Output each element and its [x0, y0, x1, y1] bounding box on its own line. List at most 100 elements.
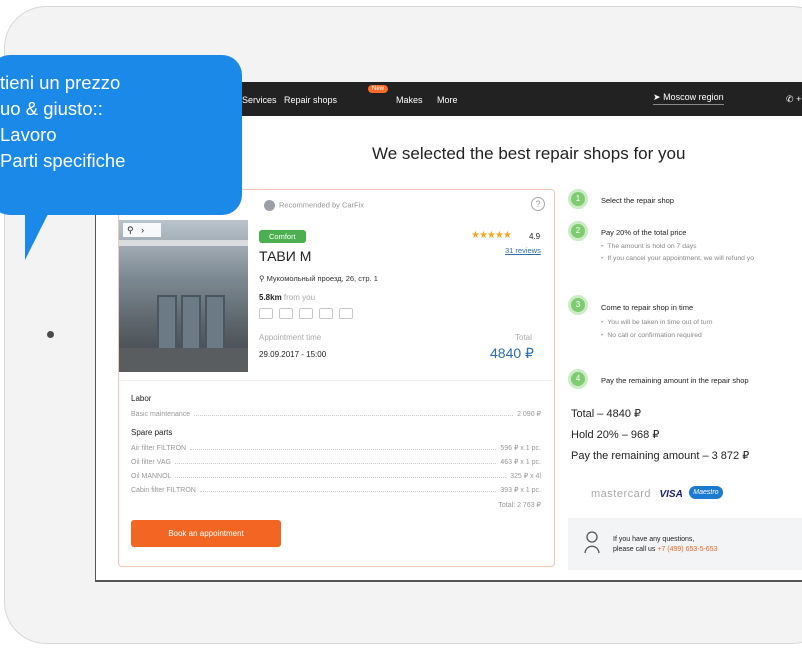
region-label: Moscow region [663, 92, 724, 102]
tv-icon [339, 308, 353, 319]
price-row: Oil filter VAG 463 ₽ x 1 pc. [131, 458, 541, 466]
support-person-icon [584, 531, 600, 554]
appointment-value: 29.09.2017 - 15:00 [259, 350, 327, 359]
help-question-icon[interactable]: ? [531, 197, 545, 211]
step-bullet: If you cancel your appointment, we will … [601, 255, 754, 262]
book-appointment-button[interactable]: Book an appointment [131, 520, 281, 547]
carfix-logo-icon [264, 200, 275, 211]
price-row-value: 325 ₽ x 4l [510, 473, 541, 480]
step-title: Pay the remaining amount in the repair s… [601, 376, 749, 385]
price-row-name: Oil filter VAG [131, 459, 171, 466]
speech-bubble: tieni un prezzo uo & giusto:: Lavoro Par… [0, 55, 242, 215]
price-row-value: 596 ₽ x 1 pc. [500, 445, 541, 452]
price-row-name: Basic maintenance [131, 411, 191, 418]
reviews-link[interactable]: 31 reviews [505, 246, 541, 255]
car-wash-icon [259, 308, 273, 319]
rating-value: 4.9 [529, 232, 541, 241]
bubble-line: tieni un prezzo [0, 72, 121, 93]
distance-value: 5.8km [259, 293, 282, 302]
nav-item-more[interactable]: More [437, 95, 458, 105]
summary-total: Total – 4840 ₽ [571, 408, 641, 420]
price-row-value: 393 ₽ x 1 pc. [500, 487, 541, 494]
summary-remaining: Pay the remaining amount – 3 872 ₽ [571, 450, 750, 462]
nav-phone[interactable]: ✆ +7 [786, 94, 802, 105]
photo-zoom-controls[interactable]: ⚲ › [123, 223, 161, 237]
speech-bubble-tail [25, 200, 55, 260]
step-bullet: No call or confirmation required [601, 332, 701, 339]
step-bullet: The amount is hold on 7 days [601, 243, 696, 250]
price-row: Basic maintenance 2 090 ₽ [131, 410, 541, 418]
summary-hold: Hold 20% – 968 ₽ [571, 429, 660, 441]
spare-total: Total: 2 763 ₽ [498, 502, 541, 509]
photo-door [157, 295, 177, 350]
photo-beam [119, 240, 248, 246]
amenities-row [259, 308, 353, 319]
price-row-name: Oil MANNOL [131, 473, 172, 480]
step-number: 1 [568, 189, 588, 209]
photo-door [181, 295, 201, 350]
coffee-icon [299, 308, 313, 319]
new-badge: New [368, 85, 389, 93]
step-number: 4 [568, 369, 588, 389]
step-number: 2 [568, 221, 588, 241]
price-row-name: Air filter FILTRON [131, 445, 187, 452]
tablet-camera [47, 331, 54, 338]
map-pin-icon: ⚲ [259, 274, 265, 283]
appointment-label: Appointment time [259, 333, 322, 342]
shop-address: ⚲ Мукомольный проезд, 26, стр. 1 [259, 274, 378, 283]
price-row: Air filter FILTRON 596 ₽ x 1 pc. [131, 444, 541, 452]
shop-photo[interactable]: ⚲ › [119, 220, 248, 372]
bubble-line: uo & giusto:: [0, 98, 103, 119]
wifi-icon [319, 308, 333, 319]
location-arrow-icon: ➤ [653, 92, 661, 102]
price-row-value: 463 ₽ x 1 pc. [500, 459, 541, 466]
photo-floor [119, 348, 248, 372]
labor-title: Labor [131, 394, 152, 403]
nav-item-makes[interactable]: Makes [396, 95, 423, 105]
price-row: Cabin filter FILTRON 393 ₽ x 1 pc. [131, 486, 541, 494]
step-number: 3 [568, 295, 588, 315]
visa-logo: VISA [659, 489, 683, 500]
help-box: If you have any questions, please call u… [568, 518, 802, 570]
shop-distance: 5.8km from you [259, 293, 315, 302]
mastercard-logo: mastercard [591, 488, 652, 500]
step-title: Come to repair shop in time [601, 303, 694, 312]
help-line-1: If you have any questions, [613, 536, 695, 543]
recommended-label: Recommended by CarFix [264, 200, 364, 211]
total-label: Total [515, 333, 532, 342]
distance-suffix: from you [283, 293, 316, 302]
price-row-name: Cabin filter FILTRON [131, 487, 196, 494]
step-title: Select the repair shop [601, 196, 674, 205]
help-line-2: please call us [613, 546, 658, 553]
price-row-value: 2 090 ₽ [517, 411, 541, 418]
help-text: If you have any questions, please call u… [613, 535, 718, 555]
page-title: We selected the best repair shops for yo… [372, 144, 686, 163]
chevron-right-icon[interactable]: › [136, 225, 144, 235]
step-bullet: You will be taken in time out of turn [601, 319, 712, 326]
shop-address-text: Мукомольный проезд, 26, стр. 1 [266, 274, 378, 283]
nav-phone-number: +7 [796, 94, 802, 104]
nav-item-services[interactable]: Services [242, 95, 277, 105]
bubble-line: Parti specifiche [0, 150, 126, 171]
step-title: Pay 20% of the total price [601, 228, 687, 237]
spare-parts-title: Spare parts [131, 428, 173, 437]
price-row: Oil MANNOL 325 ₽ x 4l [131, 472, 541, 480]
repair-shop-card: Recommended by CarFix ? ⚲ › Comfort ТАВИ… [118, 189, 555, 567]
region-selector[interactable]: ➤ Moscow region [653, 92, 724, 105]
phone-icon: ✆ [786, 94, 794, 104]
bubble-line: Lavoro [0, 124, 57, 145]
payment-logos: mastercard VISA Maestro [591, 484, 723, 502]
total-value: 4840 ₽ [490, 345, 534, 361]
search-icon[interactable]: ⚲ [127, 225, 134, 235]
help-phone-link[interactable]: +7 (499) 653-5-653 [657, 546, 717, 553]
photo-door [205, 295, 225, 350]
comfort-badge: Comfort [259, 230, 306, 243]
nav-item-repair-shops[interactable]: Repair shops [284, 95, 337, 105]
maestro-logo: Maestro [689, 486, 723, 500]
spare-total-row: Total: 2 763 ₽ [131, 501, 541, 509]
recommended-text: Recommended by CarFix [279, 200, 365, 210]
card-divider [119, 380, 553, 381]
sofa-icon [279, 308, 293, 319]
rating-stars-icon: ★★★★★ [471, 230, 512, 241]
shop-name[interactable]: ТАВИ М [259, 248, 311, 264]
